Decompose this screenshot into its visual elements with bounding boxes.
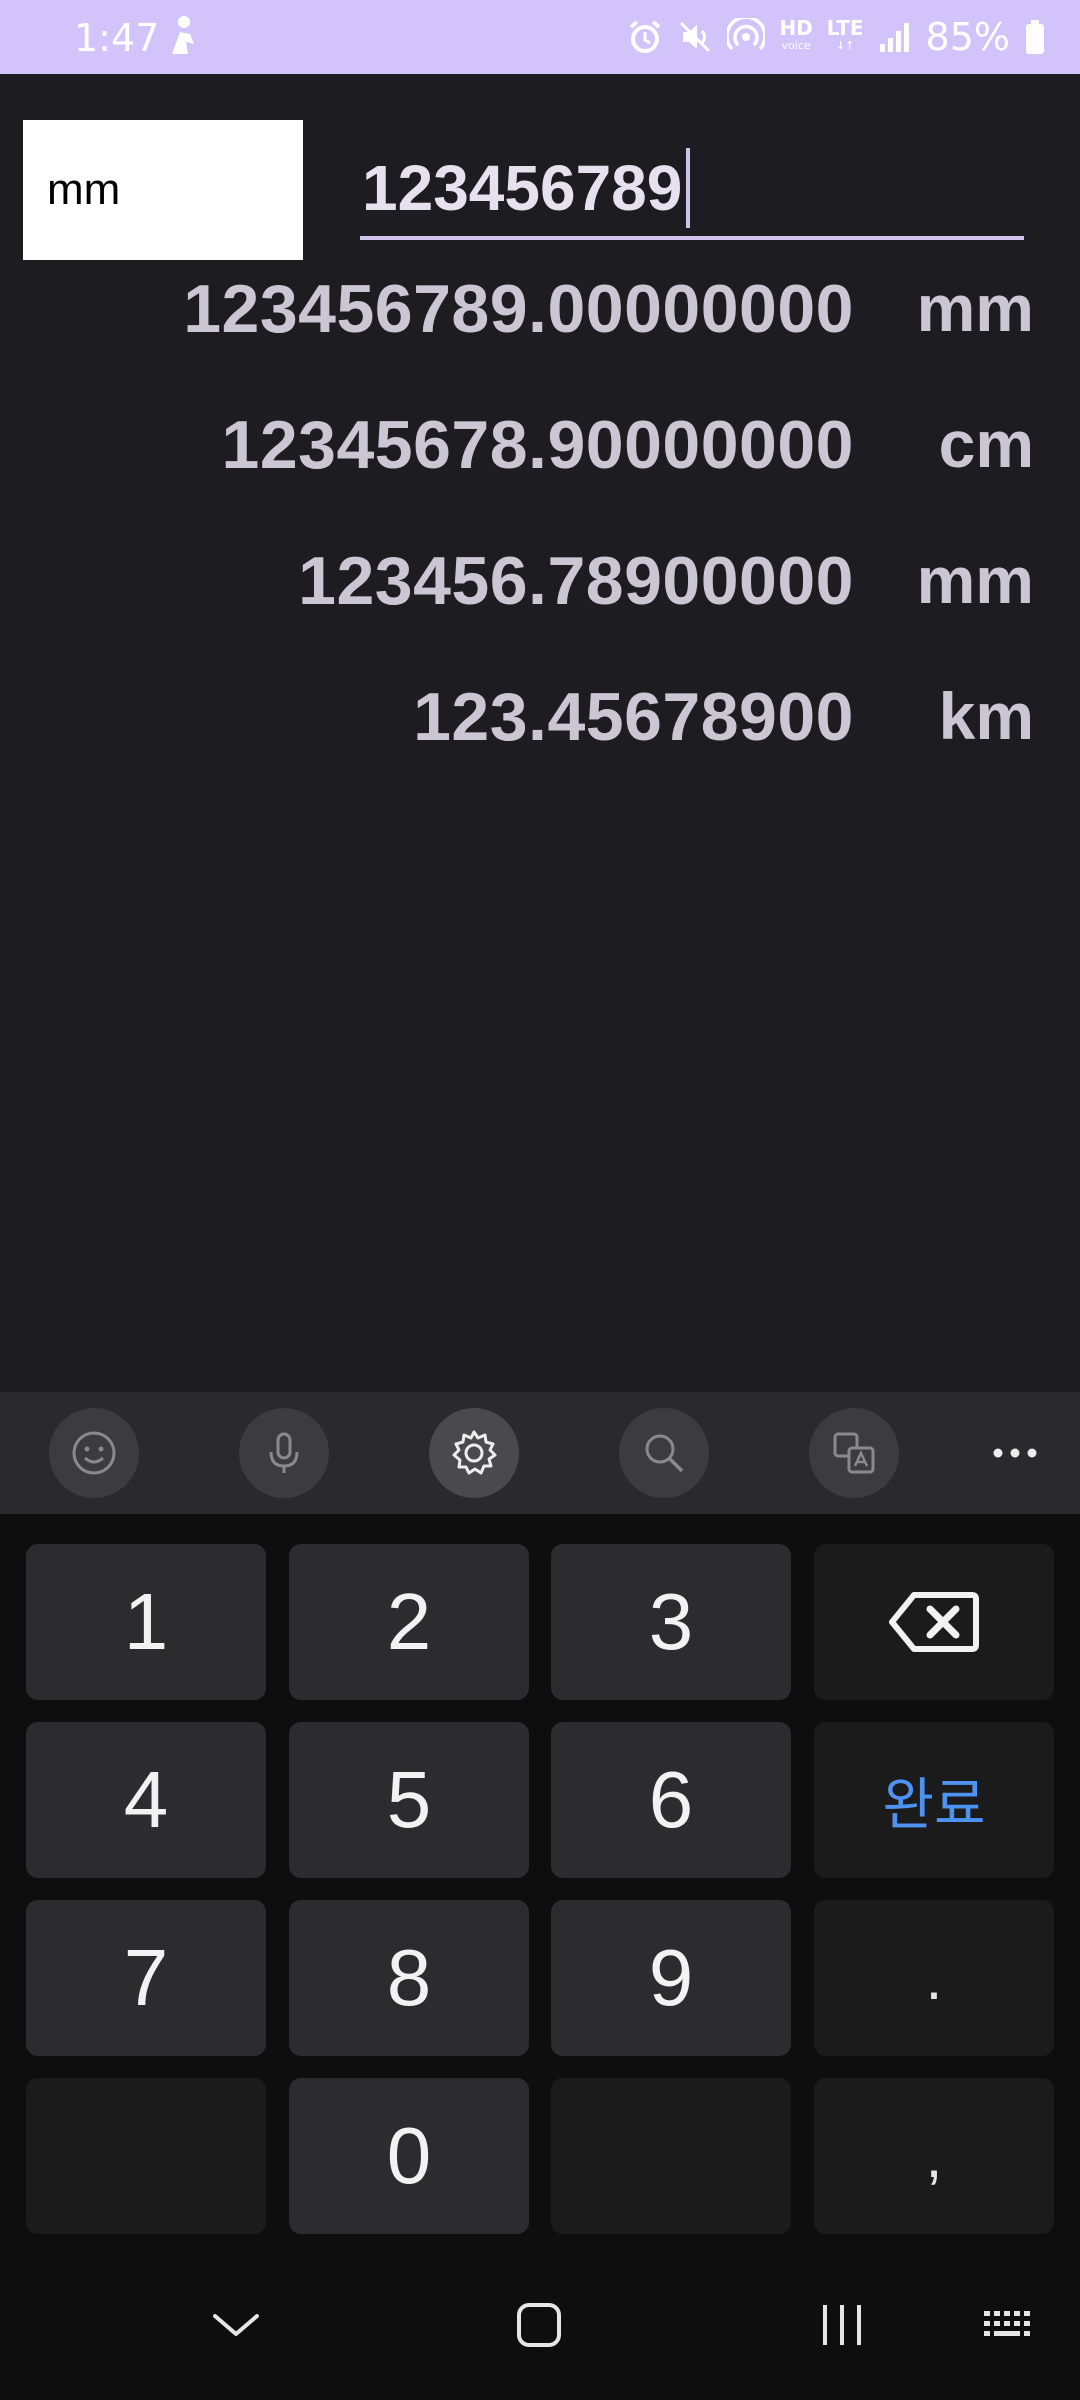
- backspace-key[interactable]: [814, 1544, 1054, 1700]
- key-2[interactable]: 2: [289, 1544, 529, 1700]
- result-value: 12345678.90000000: [221, 407, 854, 483]
- hide-keyboard-icon[interactable]: [186, 2280, 286, 2370]
- hd-sub-label: voice: [781, 39, 811, 52]
- search-icon[interactable]: [619, 1408, 709, 1498]
- result-row: 12345678.90000000 cm: [0, 406, 1080, 506]
- key-4[interactable]: 4: [26, 1722, 266, 1878]
- backspace-icon: [889, 1592, 979, 1652]
- keyboard-toolbar: [0, 1392, 1080, 1514]
- result-value: 123456789.00000000: [183, 271, 854, 347]
- result-value: 123.45678900: [413, 679, 854, 755]
- comma-key[interactable]: ,: [814, 2078, 1054, 2234]
- key-7[interactable]: 7: [26, 1900, 266, 2056]
- result-unit: km: [938, 679, 1034, 753]
- more-icon[interactable]: [980, 1408, 1050, 1498]
- blank-key: [26, 2078, 266, 2234]
- result-unit: mm: [916, 543, 1034, 617]
- value-input-text: 123456789: [362, 152, 683, 224]
- hd-voice-icon: HD voice: [779, 18, 812, 55]
- done-key[interactable]: 완료: [814, 1722, 1054, 1878]
- unit-selector-value: mm: [47, 165, 121, 214]
- key-9[interactable]: 9: [551, 1900, 791, 2056]
- keyboard-switch-icon[interactable]: [960, 2280, 1060, 2370]
- key-8[interactable]: 8: [289, 1900, 529, 2056]
- battery-icon: [1024, 19, 1046, 55]
- recents-icon[interactable]: [792, 2280, 892, 2370]
- blank-key: [551, 2078, 791, 2234]
- microphone-icon[interactable]: [239, 1408, 329, 1498]
- unit-selector[interactable]: mm: [23, 120, 303, 260]
- result-value: 123456.78900000: [298, 543, 854, 619]
- result-unit: mm: [916, 271, 1034, 345]
- settings-icon[interactable]: [429, 1408, 519, 1498]
- key-5[interactable]: 5: [289, 1722, 529, 1878]
- key-1[interactable]: 1: [26, 1544, 266, 1700]
- result-unit: cm: [938, 407, 1034, 481]
- hotspot-icon: [727, 18, 766, 56]
- numeric-keyboard: 1 2 3 4 5 6 완료 7 8 9 . 0 ,: [0, 1514, 1080, 2250]
- status-bar: 1:47 HD voice LTE ↓↑ 85%: [0, 0, 1080, 74]
- signal-icon: [878, 20, 912, 54]
- status-time: 1:47: [74, 16, 160, 60]
- result-row: 123456.78900000 mm: [0, 542, 1080, 642]
- lte-icon: LTE ↓↑: [826, 16, 864, 52]
- value-input[interactable]: 123456789: [360, 140, 1024, 240]
- mute-icon: [677, 19, 713, 55]
- key-0[interactable]: 0: [289, 2078, 529, 2234]
- home-icon[interactable]: [489, 2280, 589, 2370]
- translate-icon[interactable]: [809, 1408, 899, 1498]
- emoji-icon[interactable]: [49, 1408, 139, 1498]
- key-6[interactable]: 6: [551, 1722, 791, 1878]
- text-caret: [686, 148, 691, 228]
- key-3[interactable]: 3: [551, 1544, 791, 1700]
- status-icons: HD voice LTE ↓↑ 85%: [627, 12, 1046, 62]
- alarm-icon: [627, 19, 663, 55]
- result-row: 123456789.00000000 mm: [0, 270, 1080, 370]
- dot-key[interactable]: .: [814, 1900, 1054, 2056]
- battery-percent: 85%: [925, 15, 1010, 59]
- person-icon: [162, 14, 202, 58]
- result-row: 123.45678900 km: [0, 678, 1080, 778]
- navigation-bar: [0, 2250, 1080, 2400]
